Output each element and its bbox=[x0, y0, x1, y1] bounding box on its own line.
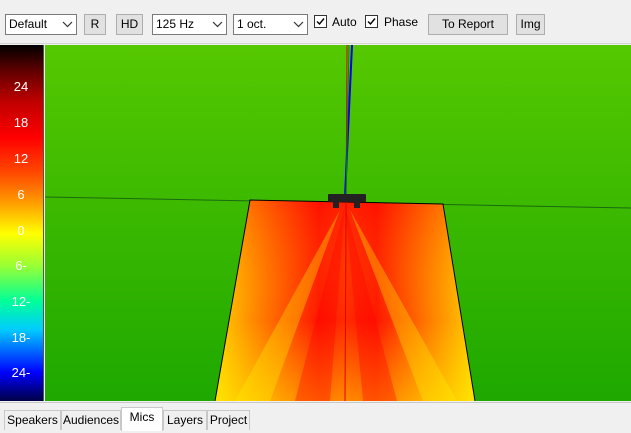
toolbar: Default R HD 125 Hz 1 oct. Auto Phase To… bbox=[0, 0, 631, 44]
frequency-value: 125 Hz bbox=[156, 17, 195, 31]
sound-map-view[interactable] bbox=[45, 45, 631, 401]
tab-layers[interactable]: Layers bbox=[163, 410, 207, 430]
speaker-icon[interactable] bbox=[328, 194, 366, 202]
check-icon bbox=[367, 18, 376, 26]
bandwidth-value: 1 oct. bbox=[237, 17, 267, 31]
phase-checkbox[interactable] bbox=[365, 15, 378, 28]
hd-button[interactable]: HD bbox=[116, 14, 143, 35]
preset-value: Default bbox=[9, 17, 48, 31]
to-report-button[interactable]: To Report bbox=[428, 14, 508, 35]
scale-label: 18- bbox=[11, 330, 31, 345]
bandwidth-select[interactable]: 1 oct. bbox=[233, 14, 308, 35]
tab-speakers[interactable]: Speakers bbox=[4, 410, 61, 430]
bottom-tab-strip: Speakers Audiences Mics Layers Project bbox=[0, 402, 631, 433]
chevron-down-icon bbox=[212, 21, 223, 28]
tab-project[interactable]: Project bbox=[207, 410, 250, 430]
tab-mics[interactable]: Mics bbox=[121, 407, 163, 431]
scale-label: 18 bbox=[13, 115, 29, 130]
auto-label: Auto bbox=[332, 15, 357, 29]
scale-label: 6- bbox=[15, 258, 27, 273]
scale-label: 12 bbox=[13, 151, 29, 166]
preset-select[interactable]: Default bbox=[5, 14, 77, 35]
frequency-select[interactable]: 125 Hz bbox=[152, 14, 227, 35]
check-icon bbox=[316, 18, 325, 26]
speaker-foot-left bbox=[333, 202, 339, 208]
level-color-scale: 24 18 12 6 0 6- 12- 18- 24- bbox=[0, 45, 44, 401]
sound-map-canvas[interactable] bbox=[45, 45, 631, 401]
scale-label: 12- bbox=[11, 294, 31, 309]
chevron-down-icon bbox=[62, 21, 73, 28]
speaker-foot-right bbox=[354, 202, 360, 208]
tab-audiences[interactable]: Audiences bbox=[61, 410, 121, 430]
auto-checkbox[interactable] bbox=[314, 15, 327, 28]
r-button[interactable]: R bbox=[84, 14, 106, 35]
scale-label: 6 bbox=[17, 187, 25, 202]
img-button[interactable]: Img bbox=[516, 14, 545, 35]
scale-label: 24- bbox=[11, 365, 31, 380]
chevron-down-icon bbox=[293, 21, 304, 28]
scale-label: 24 bbox=[13, 79, 29, 94]
scale-label: 0 bbox=[17, 223, 25, 238]
phase-label: Phase bbox=[384, 15, 419, 29]
